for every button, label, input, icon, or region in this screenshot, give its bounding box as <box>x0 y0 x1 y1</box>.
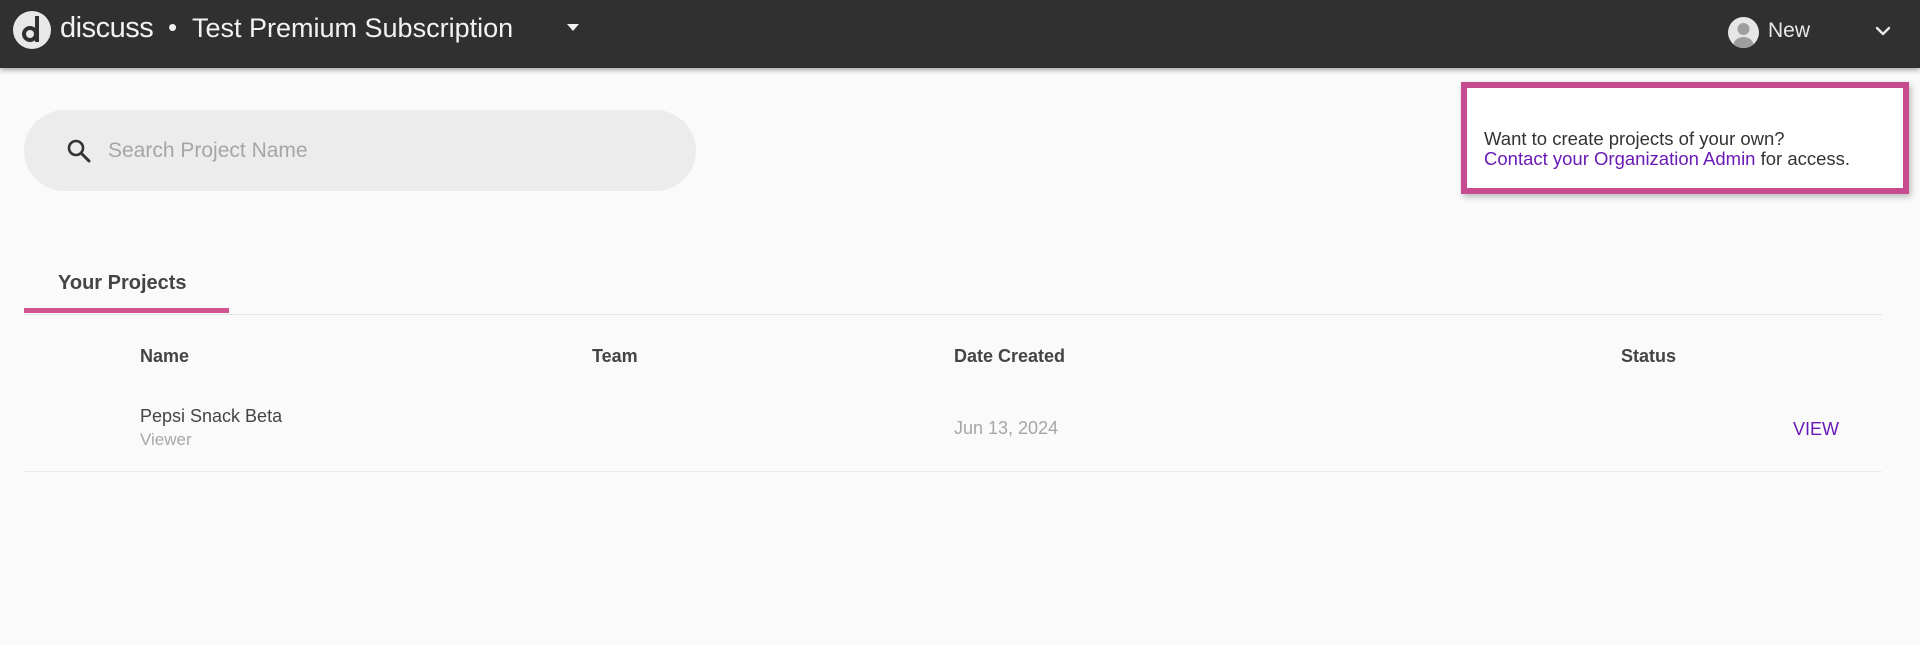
search-icon <box>67 139 91 163</box>
tab-your-projects[interactable]: Your Projects <box>24 262 229 314</box>
contact-admin-link[interactable]: Contact your Organization Admin <box>1484 148 1755 169</box>
organization-name[interactable]: Test Premium Subscription <box>192 13 513 44</box>
view-project-button[interactable]: VIEW <box>1793 419 1839 440</box>
project-name[interactable]: Pepsi Snack Beta <box>140 406 282 427</box>
permission-notice-text: Want to create projects of your own? Con… <box>1484 129 1904 169</box>
project-date-created: Jun 13, 2024 <box>954 418 1059 438</box>
tab-label: Your Projects <box>58 272 187 294</box>
discuss-logo-icon[interactable] <box>12 10 52 50</box>
brand-separator: • <box>168 12 178 42</box>
user-avatar-icon[interactable] <box>1728 17 1759 48</box>
search-bar[interactable] <box>24 110 696 191</box>
column-header-team[interactable]: Team <box>592 346 638 367</box>
notice-message: Want to create projects of your own? <box>1484 128 1785 149</box>
search-input[interactable] <box>108 128 668 173</box>
tab-divider <box>24 314 1882 315</box>
user-name[interactable]: New <box>1768 19 1810 43</box>
active-tab-indicator <box>24 308 229 313</box>
caret-down-icon[interactable] <box>567 24 579 31</box>
brand-name[interactable]: discuss <box>60 12 154 45</box>
top-bar: discuss • Test Premium Subscription New <box>0 0 1920 68</box>
row-divider <box>24 471 1882 472</box>
notice-suffix: for access. <box>1755 148 1851 169</box>
project-role: Viewer <box>140 430 192 449</box>
column-header-date-created[interactable]: Date Created <box>954 346 1065 367</box>
column-header-status[interactable]: Status <box>1621 346 1676 367</box>
column-header-name[interactable]: Name <box>140 346 189 367</box>
chevron-down-icon[interactable] <box>1872 20 1894 42</box>
